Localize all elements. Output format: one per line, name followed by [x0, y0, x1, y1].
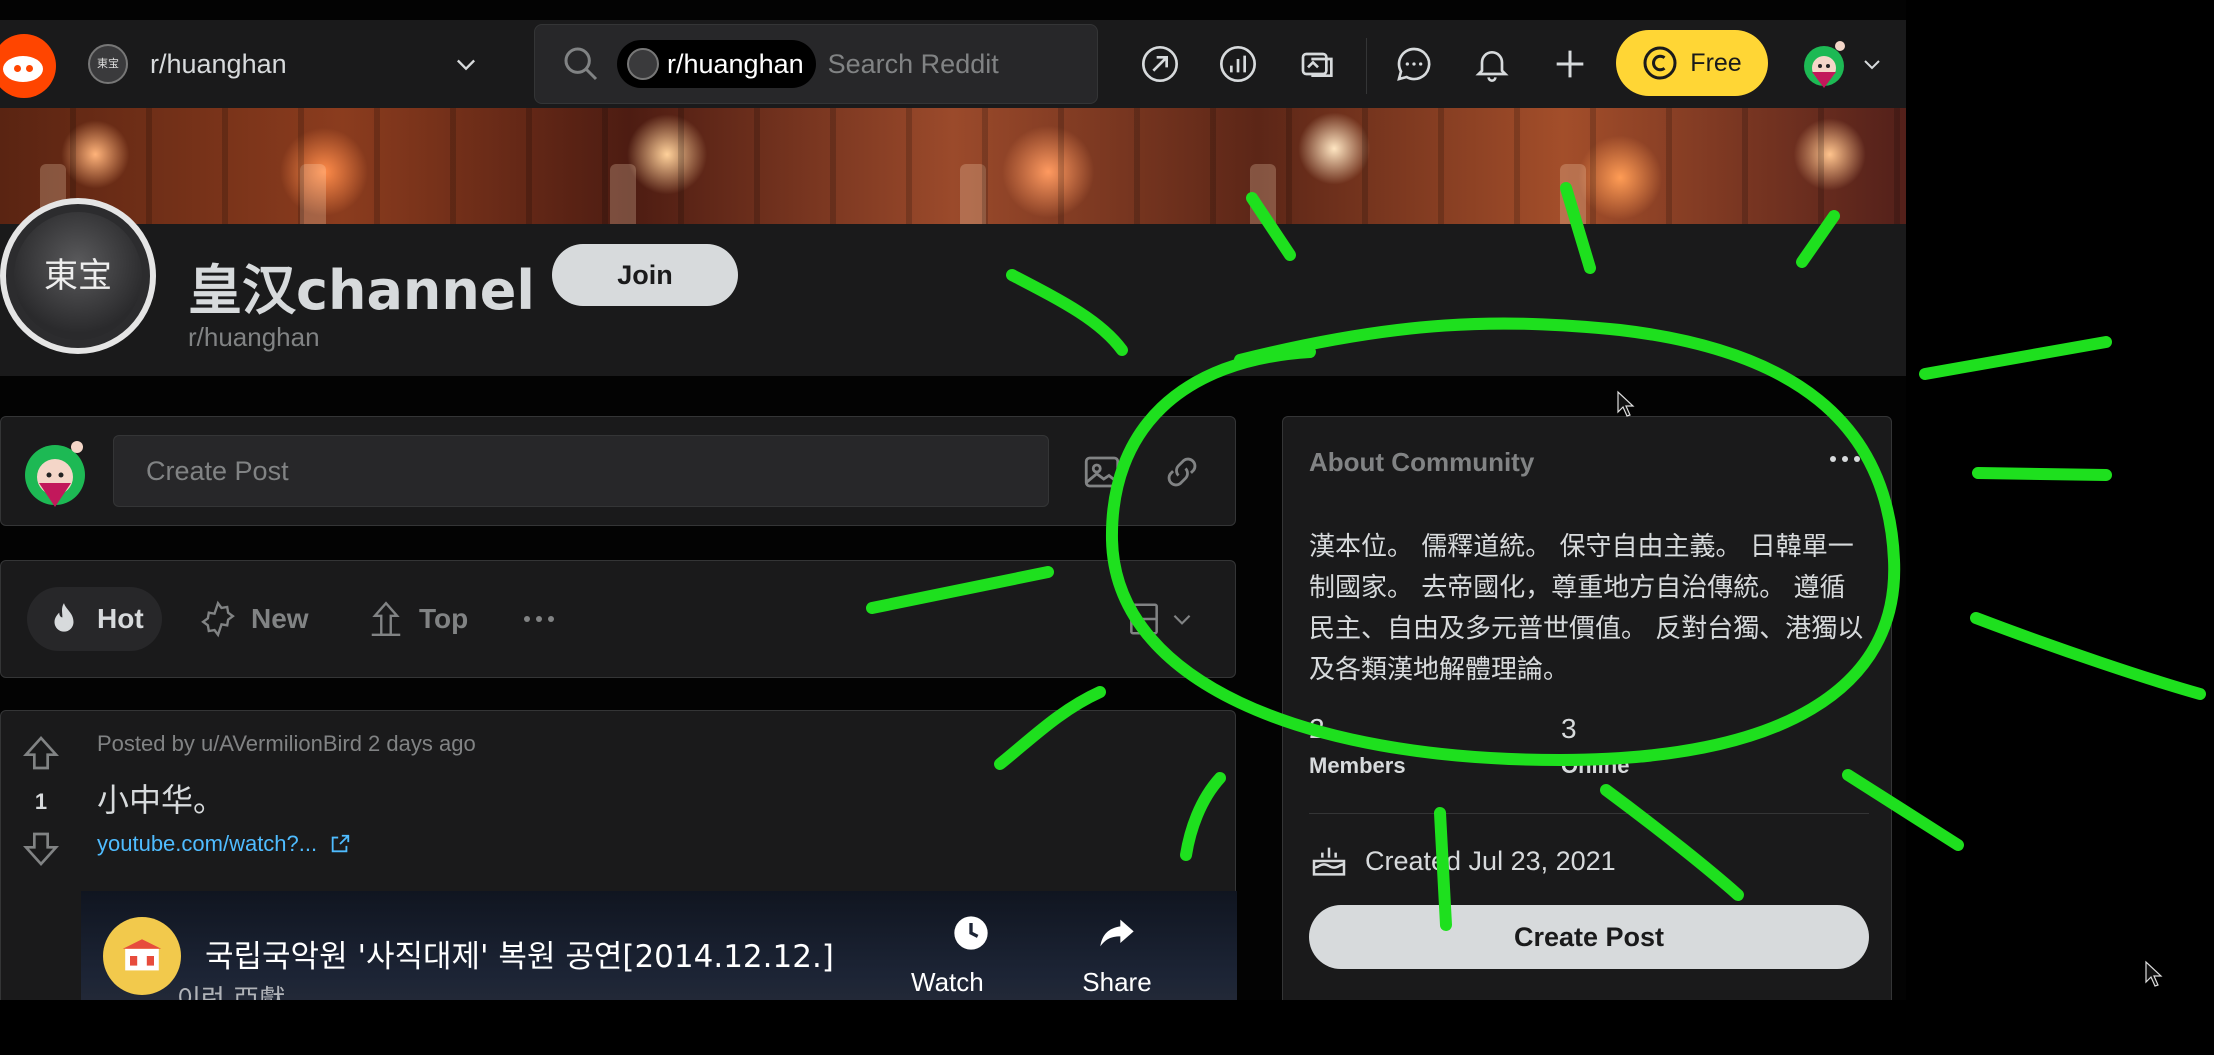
divider	[1309, 813, 1869, 814]
reddit-logo-icon[interactable]	[0, 34, 56, 98]
post-link[interactable]: youtube.com/watch?...	[97, 831, 351, 857]
image-icon[interactable]	[1081, 451, 1123, 493]
sort-tab-top[interactable]: Top	[349, 587, 486, 651]
more-options-icon[interactable]	[517, 601, 561, 637]
online-label: Online	[1561, 753, 1630, 778]
community-avatar-small: 東宝	[88, 44, 128, 84]
user-avatar	[25, 441, 85, 507]
annotation-ray	[1919, 336, 2112, 380]
browser-viewport: 東宝 r/huanghan r/huanghan Search Reddit F…	[0, 0, 1906, 1000]
community-banner	[0, 108, 1906, 224]
hot-icon	[54, 603, 74, 632]
search-chip-label: r/huanghan	[667, 48, 804, 79]
community-header: 東宝 皇汉channel Join r/huanghan	[0, 198, 1906, 376]
post-link-text: youtube.com/watch?...	[97, 831, 318, 856]
logo-face	[3, 56, 43, 82]
cake-icon	[1312, 847, 1346, 876]
post-title[interactable]: 小中华。	[97, 775, 225, 821]
external-link-icon	[331, 834, 350, 853]
search-icon	[564, 47, 598, 81]
video-channel-avatar[interactable]	[103, 917, 181, 995]
vote-column: 1	[1, 711, 81, 1000]
sort-bar: Hot New Top	[0, 560, 1236, 678]
mouse-cursor-icon	[2145, 960, 2163, 987]
community-avatar-chip	[627, 48, 659, 80]
post-meta: Posted by u/AVermilionBird 2 days ago	[97, 731, 476, 756]
search-community-chip[interactable]: r/huanghan	[617, 40, 816, 88]
notification-icon[interactable]	[1470, 42, 1514, 86]
community-icon: 東宝	[0, 198, 156, 354]
share-label: Share	[1082, 967, 1152, 997]
create-post-button[interactable]: Create Post	[1309, 905, 1869, 969]
clock-icon	[954, 916, 988, 950]
community-icon-text: 東宝	[14, 212, 142, 340]
share-button[interactable]: Share	[1057, 913, 1177, 998]
search-box[interactable]: r/huanghan	[534, 24, 1098, 104]
vote-count: 1	[34, 789, 48, 814]
watch-later-label: Watch later	[911, 967, 984, 1000]
card-view-icon	[1130, 603, 1158, 635]
sort-tab-top-label: Top	[419, 603, 469, 634]
new-icon	[201, 600, 235, 638]
community-switcher-label: r/huanghan	[150, 48, 287, 79]
search-input[interactable]	[825, 47, 1040, 81]
video-title[interactable]: 국립국악원 '사직대제' 복원 공연[2014.12.12.]	[205, 931, 834, 976]
coins-icon[interactable]	[1296, 42, 1340, 86]
chevron-down-icon	[457, 59, 475, 71]
more-options-icon[interactable]	[1825, 447, 1865, 471]
video-watermark: 이런 亞獻	[177, 985, 286, 1000]
user-menu[interactable]	[1796, 28, 1886, 100]
online-stat: 3 Online	[1561, 713, 1629, 779]
members-stat: 2 Members	[1309, 713, 1406, 779]
community-title: 皇汉channel	[188, 259, 535, 322]
members-label: Members	[1309, 753, 1406, 778]
upvote-icon[interactable]	[21, 733, 61, 773]
create-post-bar	[0, 416, 1236, 526]
annotation-ray	[1972, 467, 2112, 481]
banner-overlay	[0, 108, 1906, 224]
plus-icon[interactable]	[1548, 42, 1592, 86]
members-count: 2	[1309, 713, 1325, 744]
create-post-input[interactable]	[113, 435, 1049, 507]
chat-icon[interactable]	[1392, 42, 1436, 86]
about-description: 漢本位。 儒釋道統。 保守自由主義。 日韓單一制國家。 去帝國化，尊重地方自治傳…	[1309, 532, 1864, 685]
free-button[interactable]: Free	[1616, 30, 1768, 96]
sort-tab-new-label: New	[251, 603, 309, 634]
channel-logo-icon	[122, 939, 162, 971]
chevron-down-icon	[1864, 60, 1880, 70]
link-icon[interactable]	[1161, 451, 1203, 493]
mouse-cursor-icon	[1617, 390, 1635, 417]
community-name: r/huanghan	[188, 322, 320, 352]
annotation-ray	[1970, 612, 2206, 700]
watch-later-button[interactable]: Watch later	[911, 913, 1031, 1000]
about-community-panel: About Community 漢本位。 儒釋道統。 保守自由主義。 日韓單一制…	[1282, 416, 1892, 1000]
created-date: Created Jul 23, 2021	[1365, 845, 1616, 876]
online-count: 3	[1561, 713, 1577, 744]
about-title: About Community	[1309, 447, 1535, 477]
video-embed[interactable]: 국립국악원 '사직대제' 복원 공연[2014.12.12.] 이런 亞獻 Wa…	[81, 891, 1237, 1000]
share-icon	[1100, 919, 1134, 947]
stats-icon[interactable]	[1216, 42, 1260, 86]
sort-tab-new[interactable]: New	[181, 587, 327, 651]
post-card[interactable]: 1 Posted by u/AVermilionBird 2 days ago …	[0, 710, 1237, 1000]
sort-tab-hot-label: Hot	[97, 603, 144, 634]
logo-eye-left	[14, 65, 21, 72]
view-toggle[interactable]	[1125, 597, 1209, 641]
logo-eye-right	[26, 65, 33, 72]
free-label: Free	[1690, 48, 1742, 77]
created-row: Created Jul 23, 2021	[1309, 841, 1616, 881]
header-divider	[1366, 38, 1367, 94]
popular-icon[interactable]	[1138, 42, 1182, 86]
user-avatar	[1804, 41, 1845, 88]
top-navigation-bar: 東宝 r/huanghan r/huanghan Search Reddit F…	[0, 20, 1906, 109]
top-icon	[371, 601, 401, 637]
community-switcher[interactable]: 東宝 r/huanghan	[88, 38, 480, 90]
sort-tab-hot[interactable]: Hot	[27, 587, 162, 651]
chevron-down-icon	[1173, 614, 1191, 625]
coin-icon	[1643, 46, 1677, 80]
join-button[interactable]: Join	[552, 244, 738, 306]
downvote-icon[interactable]	[21, 829, 61, 869]
